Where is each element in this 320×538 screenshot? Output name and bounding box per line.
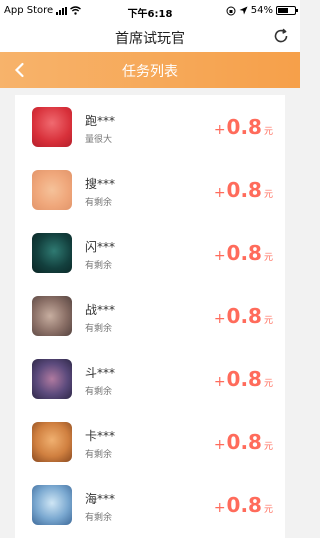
battery-icon	[276, 6, 298, 15]
reward-amount: 0.8	[226, 493, 262, 517]
reward-plus: +	[213, 374, 226, 390]
app-icon	[32, 296, 72, 336]
task-name: 跑***	[85, 114, 116, 128]
task-reward: + 0.8 元	[214, 304, 273, 328]
refresh-icon[interactable]	[272, 27, 290, 45]
app-icon	[32, 107, 72, 147]
task-row[interactable]: 战*** 有剩余 + 0.8 元	[15, 284, 285, 347]
reward-plus: +	[213, 248, 226, 264]
task-row[interactable]: 闪*** 有剩余 + 0.8 元	[15, 221, 285, 284]
task-status: 有剩余	[85, 450, 113, 460]
location-icon	[239, 6, 248, 15]
task-name: 闪***	[85, 240, 116, 254]
reward-unit: 元	[263, 253, 273, 263]
task-status: 有剩余	[85, 324, 113, 334]
task-row[interactable]: 斗*** 有剩余 + 0.8 元	[15, 347, 285, 410]
task-name: 斗***	[85, 366, 116, 380]
app-icon	[32, 485, 72, 525]
task-status: 有剩余	[85, 513, 113, 523]
reward-unit: 元	[263, 442, 273, 452]
app-icon	[32, 233, 72, 273]
task-name: 战***	[85, 303, 116, 317]
task-reward: + 0.8 元	[214, 178, 273, 202]
reward-plus: +	[213, 437, 226, 453]
reward-unit: 元	[263, 127, 273, 137]
task-reward: + 0.8 元	[214, 115, 273, 139]
task-reward: + 0.8 元	[214, 367, 273, 391]
reward-amount: 0.8	[226, 115, 262, 139]
task-status: 有剩余	[85, 261, 113, 271]
app-header: 首席试玩官	[0, 22, 300, 53]
reward-amount: 0.8	[226, 304, 262, 328]
task-status: 量很大	[85, 135, 113, 145]
reward-plus: +	[213, 311, 226, 327]
task-list: 跑*** 量很大 + 0.8 元 搜*** 有剩余 + 0.8 元 闪*** 有…	[15, 95, 285, 538]
task-row[interactable]: 海*** 有剩余 + 0.8 元	[15, 473, 285, 536]
app-icon	[32, 170, 72, 210]
task-list-header: 任务列表	[0, 52, 300, 88]
reward-amount: 0.8	[226, 430, 262, 454]
reward-plus: +	[213, 122, 226, 138]
task-name: 卡***	[85, 429, 116, 443]
reward-unit: 元	[263, 190, 273, 200]
reward-amount: 0.8	[226, 178, 262, 202]
reward-amount: 0.8	[226, 367, 262, 391]
reward-unit: 元	[263, 505, 273, 515]
app-icon	[32, 422, 72, 462]
task-status: 有剩余	[85, 387, 113, 397]
reward-unit: 元	[263, 379, 273, 389]
app-icon	[32, 359, 72, 399]
task-list-title: 任务列表	[122, 64, 178, 80]
task-row[interactable]: 卡*** 有剩余 + 0.8 元	[15, 410, 285, 473]
reward-unit: 元	[263, 316, 273, 326]
task-name: 搜***	[85, 177, 116, 191]
task-reward: + 0.8 元	[214, 430, 273, 454]
task-row[interactable]: 搜*** 有剩余 + 0.8 元	[15, 158, 285, 221]
reward-plus: +	[213, 185, 226, 201]
task-name: 海***	[85, 492, 116, 506]
task-reward: + 0.8 元	[214, 493, 273, 517]
battery-percent: 54%	[250, 5, 273, 16]
status-right: 54%	[226, 5, 298, 16]
reward-amount: 0.8	[226, 241, 262, 265]
task-reward: + 0.8 元	[214, 241, 273, 265]
orientation-lock-icon	[226, 6, 236, 15]
task-row[interactable]: 跑*** 量很大 + 0.8 元	[15, 95, 285, 158]
reward-plus: +	[213, 500, 226, 516]
status-bar: App Store 下午6:18 54%	[0, 0, 300, 22]
page-title: 首席试玩官	[115, 31, 185, 47]
task-status: 有剩余	[85, 198, 113, 208]
